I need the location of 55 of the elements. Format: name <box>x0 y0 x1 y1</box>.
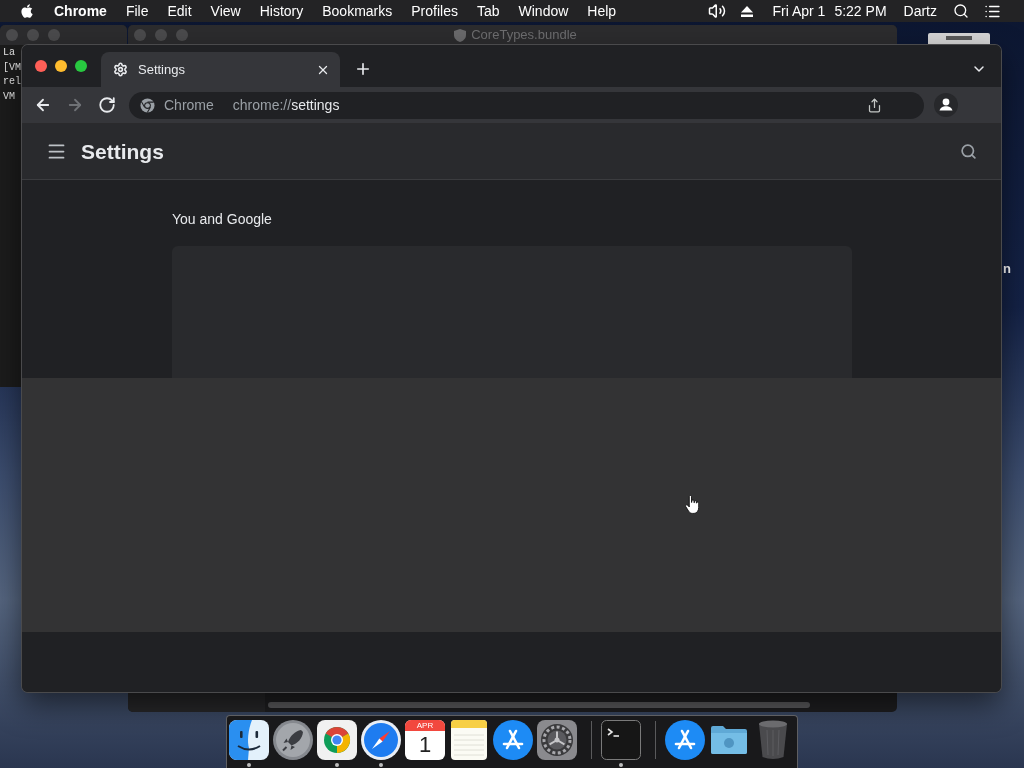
notepad-app-icon[interactable] <box>449 720 489 760</box>
calendar-day: 1 <box>418 734 432 756</box>
terminal-output-line: La <box>3 46 15 60</box>
search-icon[interactable] <box>953 3 969 19</box>
browser-app-icon[interactable] <box>317 720 357 760</box>
shield-icon <box>454 28 467 42</box>
browser-logo-icon <box>140 97 155 113</box>
menu-bar-item[interactable]: View <box>210 0 241 22</box>
menu-bar-item[interactable]: Tab <box>476 0 500 22</box>
section-heading: You and Google <box>172 211 272 227</box>
zoom-window-button[interactable] <box>75 60 87 72</box>
share-icon[interactable] <box>867 97 882 113</box>
reload-icon <box>98 96 116 114</box>
menu-bar-item[interactable]: File <box>125 0 149 22</box>
store-app-icon[interactable] <box>493 720 533 760</box>
site-chip-label: Chrome <box>164 95 214 115</box>
terminal-app-icon[interactable] <box>601 720 641 760</box>
eject-icon[interactable] <box>740 5 753 17</box>
terminal-output-line: [VM <box>3 60 21 75</box>
menu-bar-item[interactable]: Bookmarks <box>322 0 393 22</box>
gear-app-icon[interactable] <box>537 720 577 760</box>
address-bar[interactable]: Chrome chrome://settings <box>129 91 924 119</box>
menu-bar-date[interactable]: Fri Apr 1 <box>772 0 826 22</box>
volume-icon[interactable] <box>706 2 727 20</box>
scrollbar-thumb[interactable] <box>268 702 810 708</box>
right-arrow-icon <box>66 96 84 114</box>
terminal-output-line: VM <box>3 89 15 104</box>
browser-tab[interactable]: Settings <box>101 52 340 87</box>
desktop-icon-label[interactable]: n <box>1003 259 1011 279</box>
hand-cursor-icon <box>685 495 699 514</box>
page-title: Settings <box>81 138 164 165</box>
app-menu[interactable]: Chrome <box>54 0 107 22</box>
apple-logo-icon[interactable] <box>20 3 34 19</box>
user-name[interactable]: Dartz <box>903 0 937 22</box>
calendar-month: APR <box>416 721 434 730</box>
compass-app-icon[interactable] <box>361 720 401 760</box>
menu-bar-time[interactable]: 5:22 PM <box>834 0 887 22</box>
calendar-app-icon[interactable]: APR 1 <box>405 720 445 760</box>
menu-bar-item[interactable]: Window <box>518 0 569 22</box>
terminal-output-line: rel <box>3 75 21 89</box>
profile-avatar-icon[interactable] <box>934 93 958 117</box>
drive-icon[interactable] <box>928 33 990 45</box>
close-window-button[interactable] <box>35 60 47 72</box>
store-app-icon[interactable] <box>665 720 705 760</box>
minimize-window-button[interactable] <box>55 60 67 72</box>
settings-gear-icon <box>113 62 128 77</box>
menu-bar-item[interactable]: Help <box>587 0 617 22</box>
menu-bar-item[interactable]: History <box>259 0 304 22</box>
menu-bar-item[interactable]: Profiles <box>411 0 458 22</box>
smiling-face-app-icon[interactable] <box>229 720 269 760</box>
url-text: chrome://settings <box>232 95 340 115</box>
menu-bar-item[interactable]: Edit <box>167 0 192 22</box>
rocket-app-icon[interactable] <box>273 720 313 760</box>
window-title: CoreTypes.bundle <box>471 26 577 45</box>
new-tab-icon[interactable] <box>354 60 372 78</box>
